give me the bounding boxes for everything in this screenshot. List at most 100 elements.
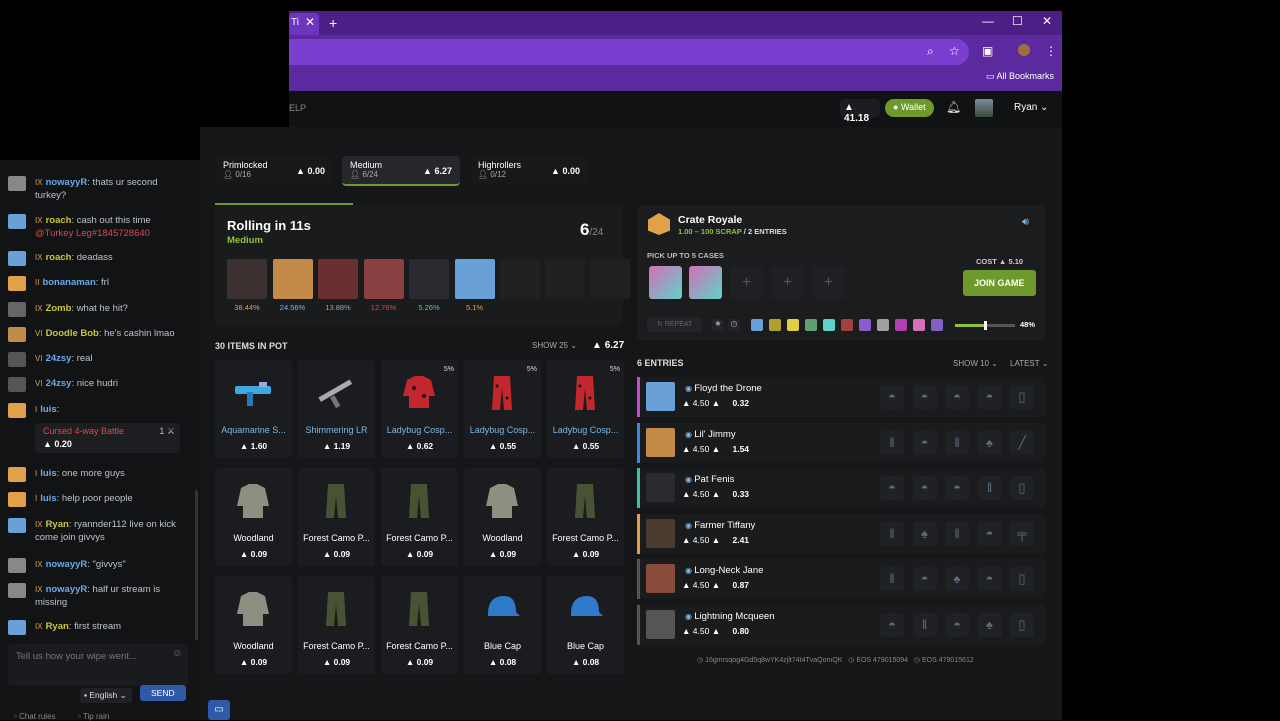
chat-avatar[interactable] (8, 214, 26, 229)
case-option[interactable] (913, 319, 925, 331)
chat-username[interactable]: luis (40, 404, 56, 415)
won-item-slot[interactable]: ◓ (945, 385, 969, 409)
won-item-slot[interactable]: ♠ (977, 430, 1002, 455)
chat-avatar[interactable] (8, 583, 26, 598)
pot-item[interactable]: Woodland ▲ 0.09 (215, 576, 292, 674)
join-game-button[interactable]: JOIN GAME (963, 270, 1036, 296)
pot-item[interactable]: Woodland ▲ 0.09 (215, 468, 292, 566)
address-bar[interactable] (289, 39, 969, 65)
won-item-slot[interactable]: ◓ (912, 476, 937, 500)
profile-avatar-icon[interactable] (1018, 44, 1030, 56)
chat-mention[interactable]: @Turkey Leg#1845728640 (35, 228, 150, 239)
pot-item[interactable]: Woodland ▲ 0.09 (464, 468, 541, 566)
new-tab-icon[interactable]: + (329, 15, 337, 31)
entry-row[interactable]: ◉ Floyd the Drone ▲ 4.50 ▲ 0.32 ◓ ◓ ◓ ◓ ▯ (637, 377, 1045, 417)
entry-row[interactable]: ◉ Lil' Jimmy ▲ 4.50 ▲ 1.54 ‖ ◓ ‖ ♠ ╱ (637, 422, 1045, 463)
favorite-icon[interactable]: ★ (712, 319, 724, 331)
entry-row[interactable]: ◉ Farmer Tiffany ▲ 4.50 ▲ 2.41 ‖ ♠ ‖ ◓ ╤ (637, 513, 1045, 554)
chat-avatar[interactable] (8, 467, 26, 482)
chat-avatar[interactable] (8, 492, 26, 507)
won-item-slot[interactable]: ◓ (880, 385, 904, 409)
chat-username[interactable]: nowayyR (46, 177, 88, 188)
history-icon[interactable]: ◷ (728, 319, 740, 331)
chat-avatar[interactable] (8, 176, 26, 191)
chat-battle-card[interactable]: Cursed 4-way Battle ▲ 0.20 1 ⚔ (35, 423, 180, 453)
chat-scrollbar[interactable] (195, 490, 198, 640)
pot-item[interactable]: Shimmering LR ▲ 1.19 (298, 360, 375, 458)
entry-row[interactable]: ◉ Long-Neck Jane ▲ 4.50 ▲ 0.87 ‖ ◓ ♠ ◓ ▯ (637, 559, 1045, 599)
slider-handle[interactable] (983, 321, 987, 330)
case-option[interactable] (751, 319, 763, 331)
emoji-icon[interactable]: ☺ (172, 648, 182, 659)
pot-item[interactable]: Forest Camo P... ▲ 0.09 (381, 468, 458, 566)
pot-item[interactable]: Forest Camo P... ▲ 0.09 (547, 468, 624, 566)
tier-tab-highrollers[interactable]: Highrollers 👤︎ 0/12 ▲ 0.00 (470, 156, 588, 186)
nav-help[interactable]: ELP (289, 103, 306, 113)
chat-username[interactable]: nowayyR (46, 584, 88, 595)
case-option[interactable] (787, 319, 799, 331)
won-item-slot[interactable]: ╤ (1010, 521, 1034, 546)
repeat-button[interactable]: ↻ REPEAT (647, 318, 702, 332)
chat-avatar[interactable] (8, 251, 26, 266)
minimize-icon[interactable]: — (982, 14, 994, 28)
chat-avatar[interactable] (8, 518, 26, 533)
chat-avatar[interactable] (8, 302, 26, 317)
won-item-slot[interactable]: ‖ (945, 521, 969, 546)
chat-username[interactable]: Ryan (46, 621, 69, 632)
tier-tab-primlocked[interactable]: Primlocked 👤︎ 0/16 ▲ 0.00 (215, 156, 333, 186)
maximize-icon[interactable]: ☐ (1012, 14, 1023, 28)
chat-username[interactable]: 24zsy (46, 378, 72, 389)
won-item-slot[interactable]: ◓ (945, 612, 969, 637)
case-slot-filled[interactable] (689, 266, 722, 299)
player-avatar[interactable] (227, 259, 267, 299)
close-icon[interactable]: ✕ (305, 15, 315, 29)
pot-item[interactable]: 5% Ladybug Cosp... ▲ 0.55 (464, 360, 541, 458)
won-item-slot[interactable]: ◓ (977, 567, 1002, 591)
all-bookmarks[interactable]: ▭ All Bookmarks (986, 71, 1054, 82)
won-item-slot[interactable]: ▯ (1010, 385, 1034, 409)
pot-item[interactable]: Blue Cap ▲ 0.08 (464, 576, 541, 674)
won-item-slot[interactable]: ◓ (977, 385, 1002, 409)
pot-item[interactable]: 5% Ladybug Cosp... ▲ 0.55 (547, 360, 624, 458)
case-option[interactable] (931, 319, 943, 331)
won-item-slot[interactable]: ◓ (880, 476, 904, 500)
chat-username[interactable]: roach (46, 215, 72, 226)
won-item-slot[interactable]: ▯ (1010, 567, 1034, 591)
pot-item[interactable]: 5% Ladybug Cosp... ▲ 0.62 (381, 360, 458, 458)
chat-avatar[interactable] (8, 352, 26, 367)
won-item-slot[interactable]: ♠ (945, 567, 969, 591)
window-close-icon[interactable]: ✕ (1042, 14, 1052, 28)
sound-icon[interactable]: 🔊︎ (1022, 216, 1029, 229)
case-slot-empty[interactable]: + (812, 266, 845, 299)
won-item-slot[interactable]: ‖ (880, 567, 904, 591)
won-item-slot[interactable]: ▯ (1010, 612, 1034, 637)
cast-icon[interactable]: ▣ (982, 44, 993, 58)
pot-item[interactable]: Aquamarine S... ▲ 1.60 (215, 360, 292, 458)
chat-username[interactable]: bonanaman (42, 277, 95, 288)
case-slot-empty[interactable]: + (730, 266, 763, 299)
entry-row[interactable]: ◉ Lightning Mcqueen ▲ 4.50 ▲ 0.80 ◓ ‖ ◓ ♠ ▯ (637, 604, 1045, 645)
pot-item[interactable]: Forest Camo P... ▲ 0.09 (381, 576, 458, 674)
entry-avatar[interactable] (646, 609, 675, 639)
chat-username[interactable]: luis (40, 468, 56, 479)
won-item-slot[interactable]: ◓ (977, 521, 1002, 546)
player-avatar[interactable] (318, 259, 358, 299)
won-item-slot[interactable]: ‖ (945, 430, 969, 455)
tier-tab-medium[interactable]: Medium 👤︎ 6/24 ▲ 6.27 (342, 156, 460, 186)
chat-avatar[interactable] (8, 327, 26, 342)
menu-icon[interactable]: ⋮ (1045, 44, 1057, 58)
username[interactable]: Ryan ⌄ (1014, 102, 1049, 113)
won-item-slot[interactable]: ‖ (977, 476, 1002, 500)
chat-username[interactable]: roach (46, 252, 72, 263)
won-item-slot[interactable]: ‖ (880, 430, 904, 455)
chat-avatar[interactable] (8, 276, 26, 291)
case-option[interactable] (877, 319, 889, 331)
entry-row[interactable]: ◉ Pat Fenis ▲ 4.50 ▲ 0.33 ◓ ◓ ◓ ‖ ▯ (637, 468, 1045, 508)
pot-show-dropdown[interactable]: SHOW 25 ⌄ (532, 341, 577, 350)
player-avatar[interactable] (409, 259, 449, 299)
entry-avatar[interactable] (646, 427, 675, 457)
wallet-button[interactable]: ● Wallet (885, 99, 934, 117)
won-item-slot[interactable]: ‖ (880, 521, 904, 546)
won-item-slot[interactable]: ◓ (912, 430, 937, 455)
won-item-slot[interactable]: ◓ (880, 612, 904, 637)
